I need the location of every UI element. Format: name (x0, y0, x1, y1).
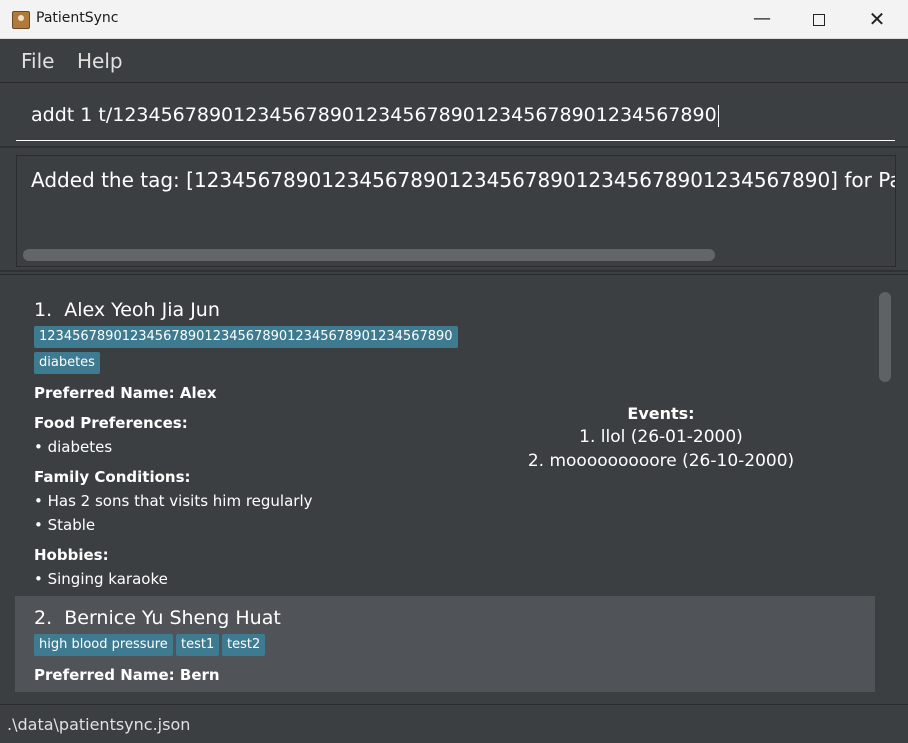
command-input[interactable]: addt 1 t/1234567890123456789012345678901… (16, 96, 895, 141)
text-caret (717, 104, 719, 127)
tag-badge: 1234567890123456789012345678901234567890… (34, 326, 458, 348)
patient-name: 2. Bernice Yu Sheng Huat (34, 607, 281, 629)
vertical-scrollbar[interactable] (879, 292, 891, 382)
horizontal-scrollbar[interactable] (23, 249, 715, 261)
patient-card[interactable]: 1. Alex Yeoh Jia Jun 1234567890123456789… (15, 288, 875, 596)
food-preferences-label: Food Preferences: (34, 414, 188, 432)
window-title: PatientSync (36, 10, 119, 26)
maximize-icon (813, 13, 825, 26)
menu-bar: File Help (0, 39, 908, 83)
maximize-button[interactable] (790, 0, 848, 38)
save-file-path: .\data\patientsync.json (7, 715, 191, 734)
patient-list-panel: 1. Alex Yeoh Jia Jun 1234567890123456789… (0, 274, 908, 705)
close-button[interactable]: ✕ (848, 0, 906, 38)
patient-list[interactable]: 1. Alex Yeoh Jia Jun 1234567890123456789… (15, 288, 875, 692)
result-text: Added the tag: [123456789012345678901234… (31, 168, 895, 192)
tag-badge: test1 (176, 634, 220, 656)
command-input-text: addt 1 t/1234567890123456789012345678901… (31, 104, 719, 127)
minimize-icon: — (753, 8, 771, 29)
divider (0, 270, 908, 272)
preferred-name-row: Preferred Name: Bern (34, 666, 220, 684)
status-bar: .\data\patientsync.json (0, 704, 908, 743)
tag-badge: high blood pressure (34, 634, 173, 656)
menu-help[interactable]: Help (77, 49, 123, 73)
events-label: Events: (627, 404, 695, 423)
event-item: 2. mooooooooore (26-10-2000) (527, 451, 795, 471)
menu-file[interactable]: File (21, 49, 54, 73)
divider (0, 146, 908, 148)
tag-badge: diabetes (34, 352, 100, 374)
family-condition-item: • Has 2 sons that visits him regularly (34, 492, 313, 510)
patient-card[interactable]: 2. Bernice Yu Sheng Huat high blood pres… (15, 596, 875, 692)
family-condition-item: • Stable (34, 516, 96, 534)
close-icon: ✕ (868, 7, 886, 31)
preferred-name-row: Preferred Name: Alex (34, 384, 217, 402)
minimize-button[interactable]: — (733, 0, 791, 38)
family-conditions-label: Family Conditions: (34, 468, 191, 486)
result-display[interactable]: Added the tag: [123456789012345678901234… (16, 155, 896, 267)
hobbies-label: Hobbies: (34, 546, 109, 564)
food-preference-item: • diabetes (34, 438, 113, 456)
title-bar: PatientSync — ✕ (0, 0, 908, 39)
app-icon (12, 11, 30, 29)
events-section: Events: 1. llol (26-01-2000) 2. mooooooo… (445, 404, 875, 471)
patient-name: 1. Alex Yeoh Jia Jun (34, 299, 220, 321)
event-item: 1. llol (26-01-2000) (579, 427, 743, 447)
tag-badge: test2 (222, 634, 266, 656)
hobby-item: • Singing karaoke (34, 570, 168, 588)
